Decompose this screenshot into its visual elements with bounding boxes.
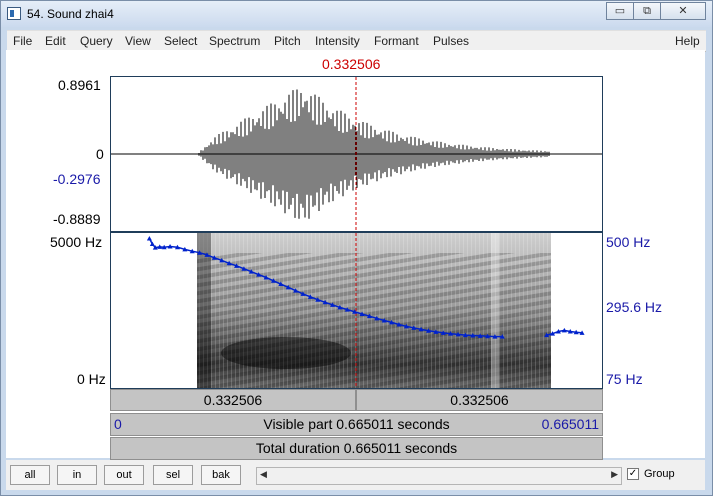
spectrogram-freq-top-label: 5000 Hz xyxy=(50,234,103,250)
pitch-top-label: 500 Hz xyxy=(606,234,651,250)
spectrogram-panel[interactable] xyxy=(110,232,603,389)
zoom-selection-button[interactable]: sel xyxy=(153,465,193,485)
visible-part-bar[interactable]: 0 Visible part 0.665011 seconds 0.665011 xyxy=(110,413,603,436)
menu-help[interactable]: Help xyxy=(675,34,700,48)
title-bar: 54. Sound zhai4 ▭ ⧉ ✕ xyxy=(1,1,712,27)
waveform-cursor-value-label: -0.2976 xyxy=(53,171,101,187)
menu-pitch[interactable]: Pitch xyxy=(274,34,301,48)
group-checkbox[interactable]: ✓ xyxy=(627,468,639,480)
visible-part-label: Visible part 0.665011 seconds xyxy=(263,416,450,432)
cursor-time-label: 0.332506 xyxy=(322,56,381,72)
zoom-back-button[interactable]: bak xyxy=(201,465,241,485)
praat-sound-icon xyxy=(7,7,21,20)
waveform-max-label: 0.8961 xyxy=(58,77,101,93)
menu-edit[interactable]: Edit xyxy=(45,34,66,48)
close-button[interactable]: ✕ xyxy=(660,2,706,20)
menu-query[interactable]: Query xyxy=(80,34,113,48)
horizontal-scrollbar[interactable]: ◀ ▶ xyxy=(256,467,622,485)
minimize-button[interactable]: ▭ xyxy=(606,2,634,20)
group-label: Group xyxy=(644,468,675,480)
menu-spectrum[interactable]: Spectrum xyxy=(209,34,260,48)
spectrogram-freq-bottom-label: 0 Hz xyxy=(77,371,106,387)
menu-formant[interactable]: Formant xyxy=(374,34,419,48)
menu-select[interactable]: Select xyxy=(164,34,197,48)
waveform-panel[interactable] xyxy=(110,76,603,232)
pitch-cursor-label: 295.6 Hz xyxy=(606,299,663,315)
visible-start-label: 0 xyxy=(114,416,122,432)
pitch-point xyxy=(146,235,152,241)
zoom-in-button[interactable]: in xyxy=(57,465,97,485)
time-bar-left[interactable]: 0.332506 xyxy=(110,389,356,411)
all-button[interactable]: all xyxy=(10,465,50,485)
bottom-toolbar: all in out sel bak ◀ ▶ ✓ Group xyxy=(6,460,705,490)
scroll-right-arrow-icon[interactable]: ▶ xyxy=(611,469,618,480)
menu-bar: File Edit Query View Select Spectrum Pit… xyxy=(7,30,706,52)
restore-button[interactable]: ⧉ xyxy=(633,2,661,20)
waveform-svg xyxy=(111,77,602,231)
waveform-min-label: -0.8889 xyxy=(53,211,101,227)
pitch-bottom-label: 75 Hz xyxy=(606,371,643,387)
menu-intensity[interactable]: Intensity xyxy=(315,34,360,48)
time-bar-right[interactable]: 0.332506 xyxy=(356,389,603,411)
visible-end-label: 0.665011 xyxy=(541,416,599,432)
total-duration-bar[interactable]: Total duration 0.665011 seconds xyxy=(110,437,603,460)
spectrogram-svg xyxy=(146,233,585,388)
scroll-left-arrow-icon[interactable]: ◀ xyxy=(260,469,267,480)
waveform-zero-label: 0 xyxy=(96,146,104,162)
window-title: 54. Sound zhai4 xyxy=(27,7,114,21)
spectrogram-gap xyxy=(491,233,499,388)
menu-view[interactable]: View xyxy=(125,34,151,48)
spectrogram-formant-dark xyxy=(221,337,351,369)
menu-pulses[interactable]: Pulses xyxy=(433,34,469,48)
zoom-out-button[interactable]: out xyxy=(104,465,144,485)
menu-file[interactable]: File xyxy=(13,34,32,48)
